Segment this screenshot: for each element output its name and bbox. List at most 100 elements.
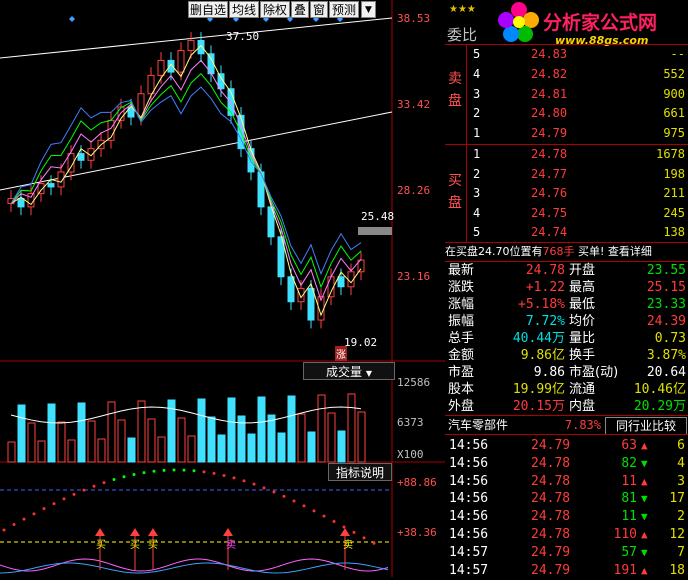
trend-line: [0, 17, 393, 59]
level-price: 24.79: [531, 126, 568, 141]
stat-label: 涨跌: [448, 280, 475, 295]
level-volume: 552: [663, 66, 685, 81]
stat-label: 量比: [569, 331, 596, 346]
stat-label: 金额: [448, 348, 475, 363]
candlestick: [47, 183, 55, 188]
toolbar-remove-favorite-button[interactable]: 删自选: [188, 1, 228, 18]
stat-value: 10.46亿: [633, 382, 686, 397]
indicator-dot: [112, 478, 116, 482]
volume-bar: [257, 396, 266, 463]
buy-level-row[interactable]: 3 24.76 211: [445, 184, 688, 202]
sell-level-row[interactable]: 2 24.80 661: [445, 104, 688, 122]
buy-level-row[interactable]: 4 24.75 245: [445, 204, 688, 222]
low-price-label: 19.02: [344, 336, 378, 349]
volume-bar: [127, 437, 136, 463]
tick-price: 24.78: [531, 527, 571, 542]
volume-ma-line: [10, 406, 362, 424]
level-volume: 245: [663, 205, 685, 220]
stat-label: 股本: [448, 382, 475, 397]
indicator-dot: [342, 525, 346, 529]
indicator-dot: [262, 486, 266, 490]
indicator-help-button[interactable]: 指标说明: [328, 463, 392, 481]
toolbar-window-button[interactable]: 窗: [310, 1, 328, 18]
level-number: 3: [473, 86, 481, 101]
tick-price: 24.78: [531, 509, 571, 525]
stat-label: 外盘: [448, 399, 475, 414]
indicator-tick-1: +88.86: [397, 476, 437, 489]
stat-value: 23.33: [646, 297, 686, 312]
tick-count: 6: [677, 438, 685, 453]
toolbar-exright-button[interactable]: 除权: [260, 1, 290, 18]
indicator-dot: [322, 514, 326, 518]
sell-level-row[interactable]: 4 24.82 552: [445, 65, 688, 83]
volume-bar: [347, 393, 356, 463]
indicator-dot: [332, 520, 336, 524]
volume-bar: [337, 430, 346, 463]
stat-label: 换手: [569, 348, 596, 363]
buy-level-row[interactable]: 1 24.78 1678: [445, 145, 688, 163]
candlestick: [177, 49, 185, 73]
stat-label: 最新: [448, 263, 475, 278]
tick-time: 14:56: [449, 491, 489, 507]
sell-level-row[interactable]: 1 24.79 975: [445, 124, 688, 142]
weibi-label: 委比: [447, 26, 478, 44]
indicator-dot: [182, 468, 186, 472]
toolbar-ma-button[interactable]: 均线: [229, 1, 259, 18]
kline-chart-canvas[interactable]: [0, 0, 445, 577]
sector-row[interactable]: 汽车零部件 7.83% 同行业比较: [445, 416, 688, 435]
logo-title: 分析家公式网: [543, 12, 658, 34]
toolbar-overlay-button[interactable]: 叠: [291, 1, 309, 18]
tick-count: 3: [677, 473, 685, 489]
level-volume: 900: [663, 86, 685, 101]
volume-indicator-select[interactable]: 成交量 ▼: [303, 362, 395, 380]
tick-row: 14:56 24.78 11 ▲ 3: [445, 473, 688, 491]
sell-level-row[interactable]: 5 24.83 --: [445, 45, 688, 63]
volume-bar: [207, 416, 216, 463]
tick-row: 14:57 24.79 57 ▼ 7: [445, 544, 688, 562]
price-tick-3: 28.26: [397, 184, 431, 197]
tick-row: 14:56 24.79 63 ▲ 6: [445, 437, 688, 455]
signal-arrow-icon: [95, 528, 105, 536]
kline-chart-pane[interactable]: 删自选 均线 除权 叠 窗 预测 ▼ 38.53 33.42 28.26 23.…: [0, 0, 445, 577]
sell-level-row[interactable]: 3 24.81 900: [445, 85, 688, 103]
stat-value: 9.86: [533, 365, 565, 380]
candlestick: [337, 276, 345, 288]
level-volume: 661: [663, 106, 685, 121]
industry-compare-button[interactable]: 同行业比较: [605, 417, 687, 435]
volume-indicator-label: 成交量: [326, 365, 363, 379]
buy-level-row[interactable]: 5 24.74 138: [445, 223, 688, 241]
stat-value: 20.29万: [633, 399, 686, 414]
level-number: 5: [473, 225, 481, 240]
stat-row: 涨幅 +5.18% 最低 23.33: [445, 296, 688, 313]
triangle-down-icon[interactable]: ▼: [361, 1, 376, 18]
volume-bar: [287, 395, 296, 463]
indicator-dot: [372, 541, 376, 545]
indicator-dot: [212, 471, 216, 475]
buy-signal-3: 买: [148, 540, 158, 551]
indicator-dot: [292, 499, 296, 503]
indicator-dot: [282, 494, 286, 498]
limit-up-marker: 涨: [335, 346, 347, 361]
level-volume: 975: [663, 126, 685, 141]
stat-row: 股本 19.99亿 流通 10.46亿: [445, 381, 688, 398]
toolbar-forecast-button[interactable]: 预测: [329, 1, 359, 18]
last-price-tag: 25.48: [361, 210, 395, 223]
buy-level-row[interactable]: 2 24.77 198: [445, 165, 688, 183]
volume-bar: [97, 438, 106, 463]
stat-row: 市盈 9.86 市盈(动) 20.64: [445, 364, 688, 381]
sell-signal-1: 卖: [226, 540, 236, 551]
level-number: 4: [473, 66, 481, 81]
stat-row: 金额 9.86亿 换手 3.87%: [445, 347, 688, 364]
volume-bar: [357, 411, 366, 463]
tick-volume: 110: [613, 527, 637, 542]
volume-bar: [57, 421, 66, 463]
stat-value: 9.86亿: [520, 348, 565, 363]
volume-bar: [107, 401, 116, 463]
volume-bar: [47, 403, 56, 463]
arrow-up-icon: ▲: [641, 439, 648, 452]
diamond-marker: [69, 16, 75, 22]
stat-value: 0.73: [654, 331, 686, 346]
volume-bar: [297, 413, 306, 463]
big-order-notice[interactable]: 在买盘24.70位置有768手 买单! 查看详细: [445, 243, 688, 261]
volume-tick-1: 12586: [397, 376, 431, 389]
